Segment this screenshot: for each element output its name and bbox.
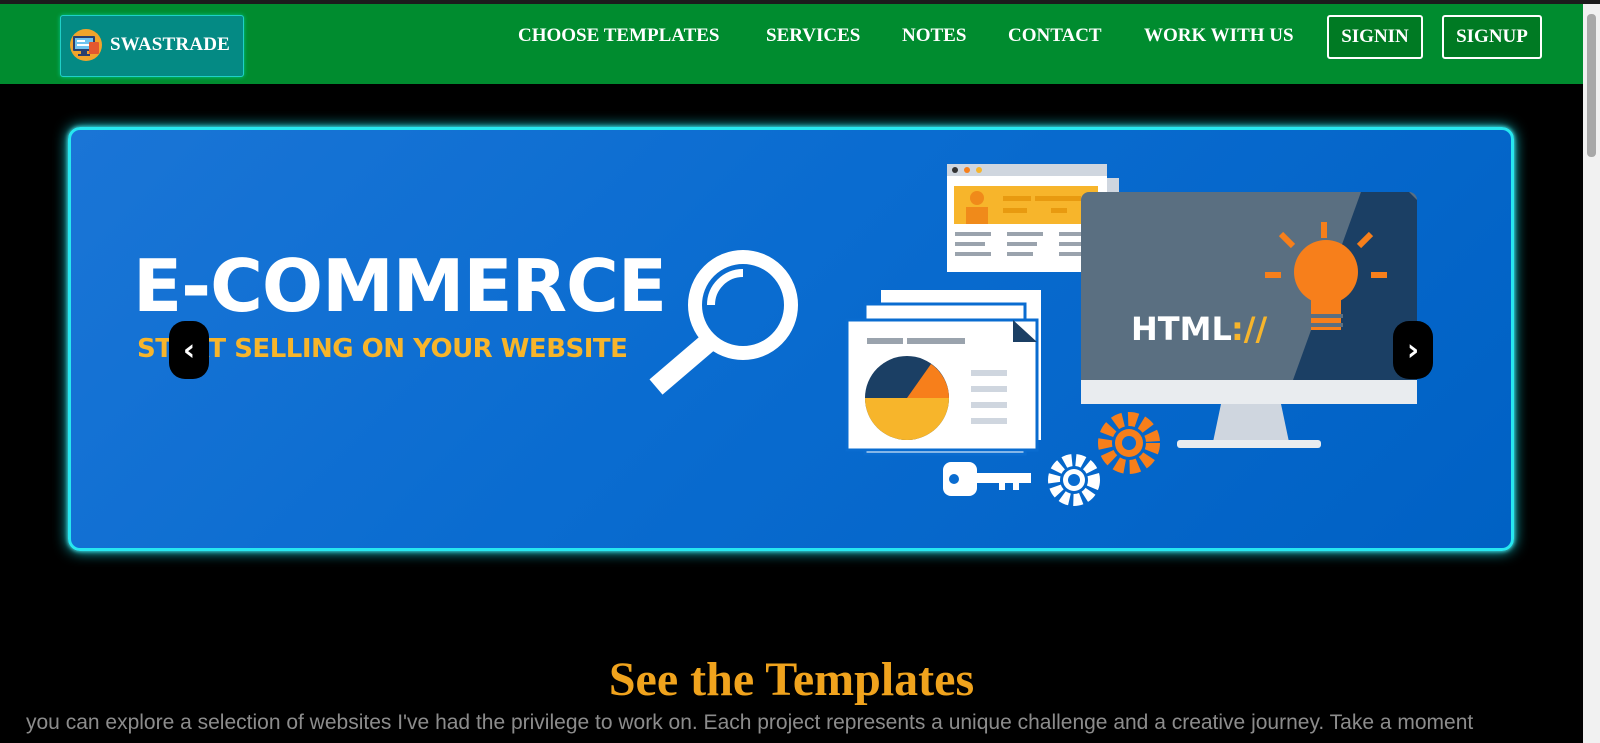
page-scrollbar[interactable] [1583,4,1600,743]
svg-text:HTML: HTML [1131,310,1232,348]
nav-link-work-with-us[interactable]: WORK WITH US [1144,25,1294,47]
svg-text:://: :// [1231,310,1267,348]
small-gear-icon [1048,454,1100,506]
signin-button[interactable]: SIGNIN [1327,15,1423,59]
slide-title: E-COMMERCE [133,244,667,328]
gear-icon [1098,412,1160,474]
brand-name: SWASTRADE [110,34,231,55]
monitor-icon: HTML :// [1081,192,1417,448]
brand-logo[interactable]: SWASTRADE [60,15,244,77]
nav-link-contact[interactable]: CONTACT [1008,25,1102,47]
carousel-next-button[interactable]: › [1393,321,1433,379]
nav-link-choose-templates[interactable]: CHOOSE TEMPLATES [518,25,720,47]
hero-carousel: HTML :// E-COMMERCE START SELLING ON YOU… [68,127,1514,551]
magnifier-icon [649,250,798,395]
signup-button[interactable]: SIGNUP [1442,15,1542,59]
slide-subtitle: START SELLING ON YOUR WEBSITE [137,334,628,364]
section-title: See the Templates [608,653,975,706]
scrollbar-thumb[interactable] [1587,14,1596,157]
navbar: SWASTRADE CHOOSE TEMPLATES SERVICES NOTE… [0,4,1583,84]
computer-logo-icon [70,29,102,61]
carousel-prev-button[interactable]: ‹ [169,321,209,379]
documents-icon [845,290,1041,456]
nav-link-services[interactable]: SERVICES [766,25,860,47]
key-icon [943,462,1031,496]
nav-link-notes[interactable]: NOTES [902,25,966,47]
section-description: you can explore a selection of websites … [26,711,1474,734]
